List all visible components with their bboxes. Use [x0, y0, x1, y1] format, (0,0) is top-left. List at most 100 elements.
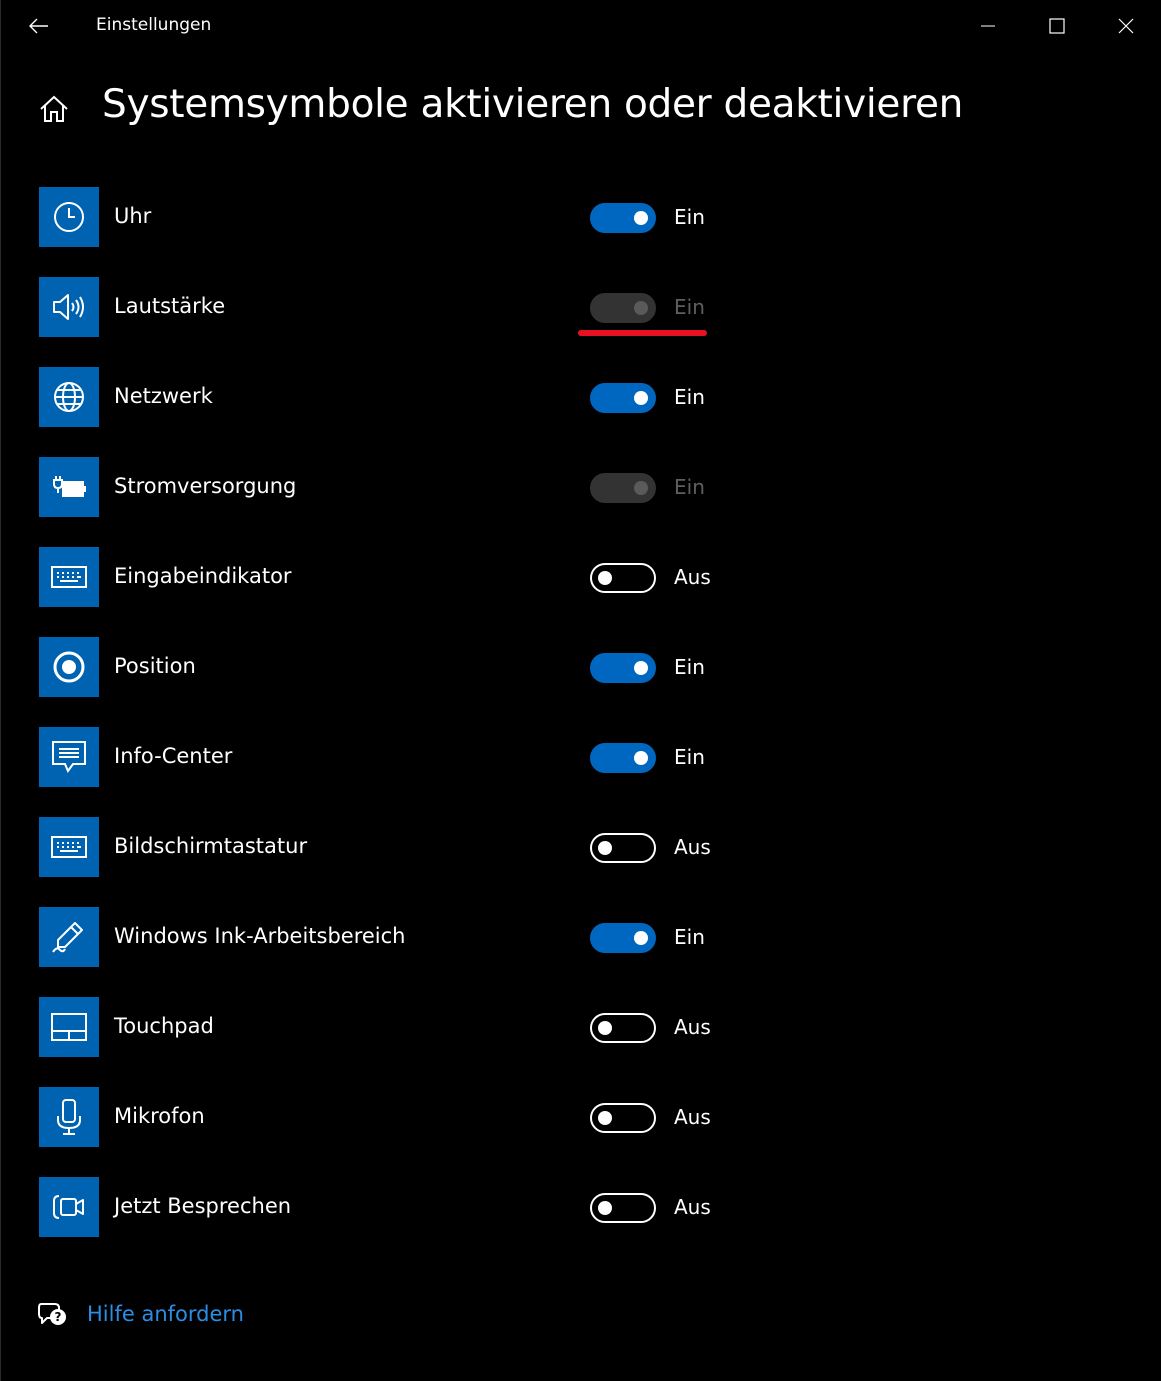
item-label: Mikrofon: [114, 1104, 205, 1128]
toggle-knob: [598, 1201, 612, 1215]
home-icon: [40, 95, 68, 122]
clock-icon: [54, 202, 84, 232]
keyboard-icon: [51, 566, 87, 588]
battery-plug-icon: [53, 476, 86, 497]
page-title: Systemsymbole aktivieren oder deaktivier…: [102, 82, 964, 127]
list-item: Bildschirmtastatur Aus: [39, 817, 759, 907]
toggle-switch[interactable]: [590, 653, 656, 683]
tile-microphone: [39, 1087, 99, 1147]
maximize-button[interactable]: [1034, 6, 1080, 46]
toggle-knob: [634, 391, 648, 405]
toggle-switch[interactable]: [590, 203, 656, 233]
meet-now-icon: [53, 1195, 84, 1219]
maximize-icon: [1049, 18, 1065, 34]
toggle-switch[interactable]: [590, 743, 656, 773]
item-label: Lautstärke: [114, 294, 226, 318]
toggle-state: Ein: [674, 745, 705, 769]
toggle-switch: [590, 293, 656, 323]
toggle-switch[interactable]: [590, 1193, 656, 1223]
toggle-switch[interactable]: [590, 563, 656, 593]
list-item: Eingabeindikator Aus: [39, 547, 759, 637]
list-item: Lautstärke Ein: [39, 277, 759, 367]
settings-window: Einstellungen Systemsymbole aktivieren o…: [0, 0, 1161, 1381]
toggle-state: Ein: [674, 385, 705, 409]
toggle-state: Ein: [674, 205, 705, 229]
list-item: Jetzt Besprechen Aus: [39, 1177, 759, 1267]
volume-icon: [53, 294, 84, 320]
microphone-icon: [57, 1099, 81, 1135]
toggle-state: Aus: [674, 565, 711, 589]
minimize-icon: [981, 25, 995, 27]
keyboard-icon: [51, 836, 87, 858]
item-label: Stromversorgung: [114, 474, 297, 498]
toggle-knob: [598, 1021, 612, 1035]
toggle-state: Aus: [674, 835, 711, 859]
toggle-state: Ein: [674, 475, 705, 499]
window-title: Einstellungen: [96, 15, 212, 35]
item-label: Netzwerk: [114, 384, 213, 408]
tile-action-center: [39, 727, 99, 787]
back-arrow-icon: [29, 18, 48, 34]
list-item: Windows Ink-Arbeitsbereich Ein: [39, 907, 759, 997]
tile-input-indicator: [39, 547, 99, 607]
list-item: Touchpad Aus: [39, 997, 759, 1087]
toggle-knob: [634, 301, 648, 315]
toggle-state: Ein: [674, 295, 705, 319]
item-label: Jetzt Besprechen: [114, 1194, 292, 1218]
title-bar: Einstellungen: [1, 0, 1161, 52]
close-icon: [1118, 18, 1134, 34]
tile-location: [39, 637, 99, 697]
toggle-knob: [634, 661, 648, 675]
red-annotation-underline: [578, 330, 707, 336]
tile-network: [39, 367, 99, 427]
toggle-switch: [590, 473, 656, 503]
location-icon: [53, 651, 85, 683]
toggle-state: Aus: [674, 1105, 711, 1129]
item-label: Bildschirmtastatur: [114, 834, 308, 858]
pen-icon: [52, 922, 83, 953]
svg-text:?: ?: [55, 1310, 62, 1324]
item-label: Windows Ink-Arbeitsbereich: [114, 924, 406, 948]
close-button[interactable]: [1103, 6, 1149, 46]
toggle-state: Ein: [674, 925, 705, 949]
item-label: Position: [114, 654, 196, 678]
toggle-knob: [598, 841, 612, 855]
system-icons-list: Uhr Ein Lautstärke Ein Netzwerk Ein Stro…: [39, 187, 759, 1267]
toggle-switch[interactable]: [590, 923, 656, 953]
tile-windows-ink: [39, 907, 99, 967]
list-item: Stromversorgung Ein: [39, 457, 759, 547]
tile-touch-keyboard: [39, 817, 99, 877]
tile-volume: [39, 277, 99, 337]
toggle-knob: [634, 481, 648, 495]
toggle-knob: [634, 751, 648, 765]
toggle-knob: [598, 571, 612, 585]
list-item: Mikrofon Aus: [39, 1087, 759, 1177]
back-button[interactable]: [21, 8, 57, 44]
action-center-icon: [52, 741, 86, 774]
home-button[interactable]: [37, 92, 71, 126]
item-label: Info-Center: [114, 744, 233, 768]
item-label: Uhr: [114, 204, 152, 228]
toggle-state: Ein: [674, 655, 705, 679]
tile-power: [39, 457, 99, 517]
toggle-switch[interactable]: [590, 833, 656, 863]
toggle-switch[interactable]: [590, 383, 656, 413]
help-link-row[interactable]: ? Hilfe anfordern: [37, 1298, 244, 1330]
minimize-button[interactable]: [965, 6, 1011, 46]
tile-clock: [39, 187, 99, 247]
toggle-state: Aus: [674, 1195, 711, 1219]
list-item: Position Ein: [39, 637, 759, 727]
item-label: Touchpad: [114, 1014, 214, 1038]
item-label: Eingabeindikator: [114, 564, 292, 588]
help-chat-icon: ?: [37, 1299, 67, 1329]
tile-touchpad: [39, 997, 99, 1057]
globe-icon: [54, 382, 84, 412]
toggle-switch[interactable]: [590, 1103, 656, 1133]
list-item: Uhr Ein: [39, 187, 759, 277]
toggle-knob: [634, 211, 648, 225]
toggle-switch[interactable]: [590, 1013, 656, 1043]
list-item: Netzwerk Ein: [39, 367, 759, 457]
help-link[interactable]: Hilfe anfordern: [87, 1302, 244, 1326]
toggle-knob: [598, 1111, 612, 1125]
toggle-knob: [634, 931, 648, 945]
